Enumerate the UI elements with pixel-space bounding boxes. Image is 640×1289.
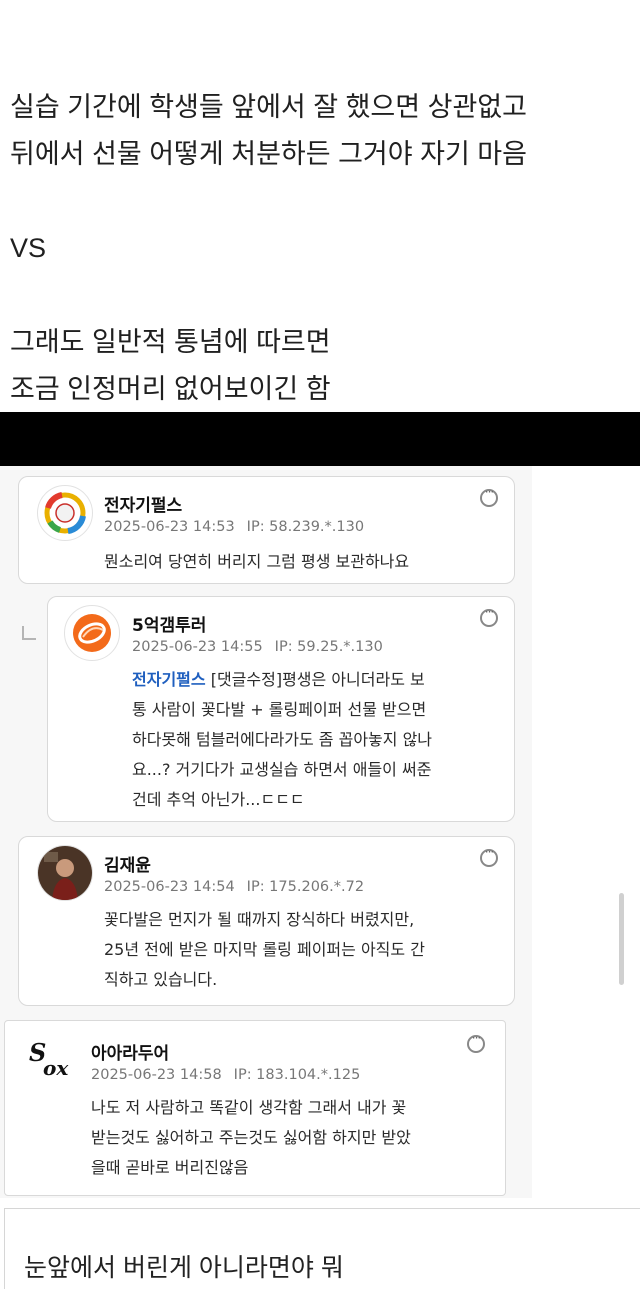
comment-meta: 2025-06-23 14:58 IP: 183.104.*.125 bbox=[91, 1067, 360, 1083]
scrollbar[interactable] bbox=[619, 893, 624, 985]
post-line: 그래도 일반적 통념에 따르면 bbox=[10, 327, 331, 357]
comment-card: S ox 아아라두어 2025-06-23 14:58 IP: 183.104.*… bbox=[4, 1020, 506, 1196]
comment-username[interactable]: 김재윤 bbox=[104, 851, 151, 876]
comment-date: 2025-06-23 14:58 bbox=[91, 1067, 222, 1083]
comment-date: 2025-06-23 14:55 bbox=[132, 639, 263, 655]
post-line: 실습 기간에 학생들 앞에서 잘 했으면 상관없고 bbox=[10, 92, 527, 122]
comment-meta: 2025-06-23 14:53 IP: 58.239.*.130 bbox=[104, 519, 364, 535]
person-photo-avatar[interactable] bbox=[37, 845, 93, 901]
more-options-icon[interactable] bbox=[480, 845, 498, 867]
post-line: VS bbox=[10, 233, 47, 263]
post-line: 뒤에서 선물 어떻게 처분하든 그거야 자기 마음 bbox=[10, 139, 527, 169]
comment-ip: IP: 59.25.*.130 bbox=[274, 639, 383, 655]
black-divider-bar bbox=[0, 412, 640, 466]
comment-meta: 2025-06-23 14:54 IP: 175.206.*.72 bbox=[104, 879, 364, 895]
comment-date: 2025-06-23 14:53 bbox=[104, 519, 235, 535]
orange-swirl-logo-icon[interactable] bbox=[64, 605, 120, 661]
comment-card: 김재윤 2025-06-23 14:54 IP: 175.206.*.72 꽃다발… bbox=[18, 836, 515, 1006]
comment-username[interactable]: 5억갬투러 bbox=[132, 611, 206, 636]
comment-date: 2025-06-23 14:54 bbox=[104, 879, 235, 895]
comment-ip: IP: 183.104.*.125 bbox=[233, 1067, 361, 1083]
comment-ip: IP: 175.206.*.72 bbox=[246, 879, 365, 895]
more-options-icon[interactable] bbox=[480, 485, 498, 507]
baseball-globe-logo-icon[interactable] bbox=[37, 485, 93, 541]
post-body: 실습 기간에 학생들 앞에서 잘 했으면 상관없고 뒤에서 선물 어떻게 처분하… bbox=[10, 84, 630, 413]
comment-text: 뭔소리여 당연히 버리지 그럼 평생 보관하나요 bbox=[104, 552, 410, 571]
post-line: 조금 인정머리 없어보이긴 함 bbox=[10, 374, 331, 404]
svg-text:ox: ox bbox=[43, 1056, 69, 1080]
mention-link[interactable]: 전자기펄스 bbox=[132, 670, 206, 689]
more-options-icon[interactable] bbox=[467, 1031, 485, 1053]
comment-username[interactable]: 전자기펄스 bbox=[104, 491, 182, 516]
more-options-icon[interactable] bbox=[480, 605, 498, 627]
comment-text: 전자기펄스 [댓글수정]평생은 아니더라도 보 통 사람이 꽃다발 + 롤링페이… bbox=[132, 670, 433, 809]
comment-text: 나도 저 사람하고 똑같이 생각함 그래서 내가 꽃 받는것도 싫어하고 주는것… bbox=[91, 1098, 411, 1177]
bottom-text: 눈앞에서 버린게 아니라면야 뭐 bbox=[24, 1254, 344, 1282]
white-sox-logo-icon[interactable]: S ox bbox=[21, 1031, 75, 1085]
reply-card: 5억갬투러 2025-06-23 14:55 IP: 59.25.*.130 전자… bbox=[47, 596, 515, 822]
comment-text: 꽃다발은 먼지가 될 때까지 장식하다 버렸지만, 25년 전에 받은 마지막 … bbox=[104, 910, 425, 989]
reply-arrow-icon bbox=[22, 626, 36, 640]
comment-username[interactable]: 아아라두어 bbox=[91, 1039, 169, 1064]
comment-card: 전자기펄스 2025-06-23 14:53 IP: 58.239.*.130 뭔… bbox=[18, 476, 515, 584]
comment-meta: 2025-06-23 14:55 IP: 59.25.*.130 bbox=[132, 639, 383, 655]
comment-ip: IP: 58.239.*.130 bbox=[246, 519, 365, 535]
